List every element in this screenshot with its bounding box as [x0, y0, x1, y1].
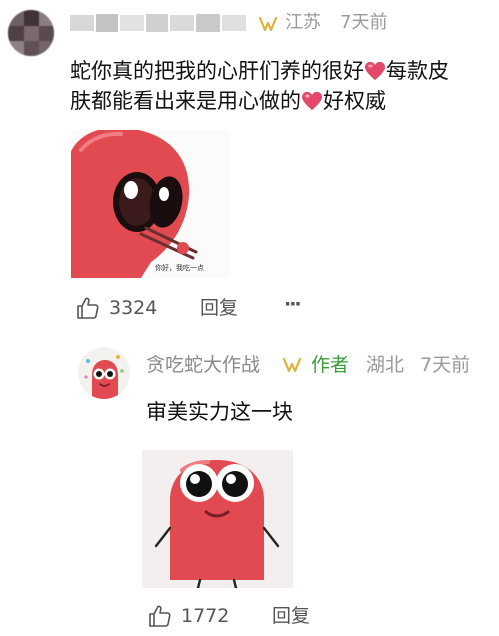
snake-logo-icon	[84, 355, 124, 399]
comment-text-line1-tail: 每款皮	[386, 59, 449, 83]
comment-text-line2: 肤都能看出来是用心做的	[70, 89, 301, 113]
reply-time: 7天前	[420, 354, 471, 376]
reply-location: 湖北	[366, 354, 405, 376]
reply-author-name[interactable]: 贪吃蛇大作战	[146, 353, 260, 377]
vip-badge-icon	[283, 357, 301, 373]
like-count: 3324	[109, 297, 158, 319]
reply-text: 审美实力这一块	[146, 400, 293, 424]
heart-emoji-icon	[302, 91, 322, 111]
sticker-image[interactable]: 你好，我吃一点	[71, 130, 230, 278]
like-icon[interactable]	[148, 604, 172, 628]
snake-eating-sticker	[71, 130, 198, 278]
comment-text-line1: 蛇你真的把我的心肝们养的很好	[70, 59, 364, 83]
comment-location: 江苏	[285, 12, 321, 33]
vip-badge-icon	[259, 16, 277, 32]
comment-text: 蛇你真的把我的心肝们养的很好 每款皮 肤都能看出来是用心做的 好权威	[70, 56, 480, 116]
sticker-caption: 你好，我吃一点	[155, 264, 204, 272]
more-options-button[interactable]: ···	[284, 292, 302, 316]
sticker-image[interactable]	[142, 450, 293, 588]
author-avatar[interactable]	[78, 347, 130, 399]
like-icon[interactable]	[76, 296, 100, 320]
username-blurred[interactable]	[70, 12, 248, 34]
reply-like-count: 1772	[181, 605, 230, 627]
heart-emoji-icon	[365, 61, 385, 81]
comment-time: 7天前	[340, 12, 388, 33]
reply-button[interactable]: 回复	[200, 296, 238, 320]
reply-reply-button[interactable]: 回复	[272, 604, 310, 628]
snake-waving-sticker	[142, 450, 293, 588]
comment-text-line2-tail: 好权威	[323, 89, 386, 113]
author-badge: 作者	[311, 354, 350, 376]
avatar[interactable]	[8, 10, 54, 56]
